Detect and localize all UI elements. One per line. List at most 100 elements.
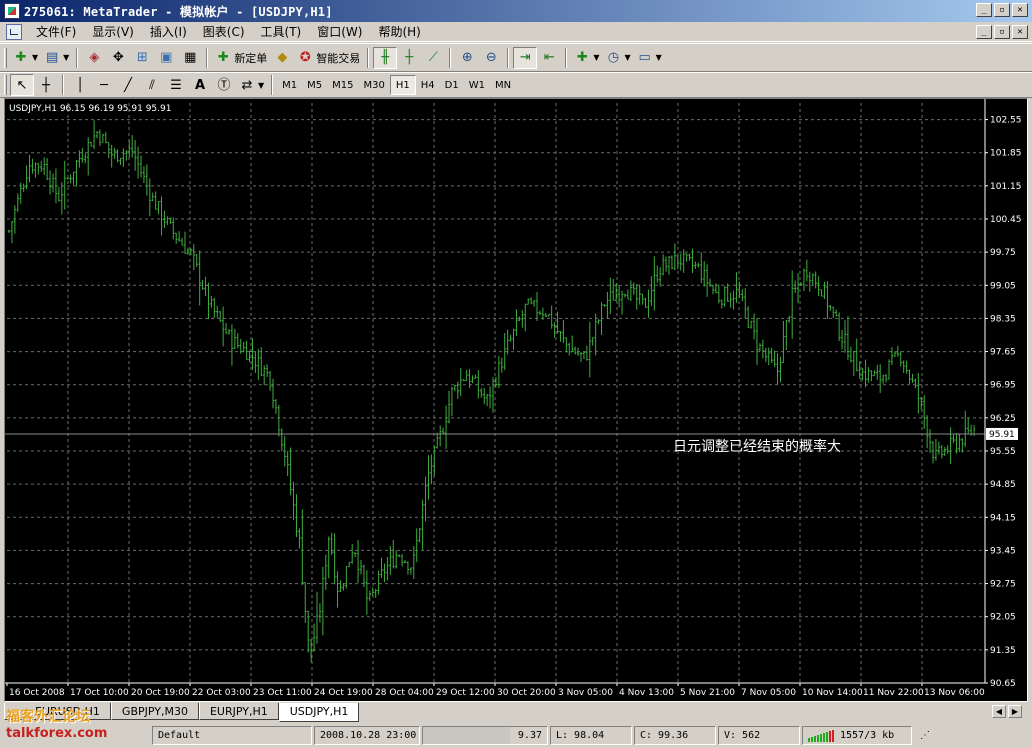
ohlc-bar [729,292,732,308]
ohlc-bar [509,334,512,342]
fibonacci-icon: ☰ [170,77,182,93]
window-controls: _ ▫ ✕ [976,3,1028,17]
restore-button[interactable]: ▫ [994,3,1010,17]
ohlc-bar [887,359,891,380]
status-low: L: 98.04 [550,726,632,745]
ohlc-bar [271,378,275,409]
ohlc-bar [612,278,615,301]
resize-grip-icon[interactable]: ⋰ [914,726,932,745]
ohlc-bar [69,174,72,184]
metaeditor-button[interactable]: ◆ [270,47,294,69]
ohlc-bar [811,273,814,285]
ohlc-bar [946,445,949,454]
ohlc-bar [465,369,468,381]
vertical-line-button[interactable]: │ [68,74,92,96]
fibonacci-button[interactable]: ☰ [164,74,188,96]
new-chart-icon: ✚ [15,50,27,65]
tab-eurusd-h1[interactable]: EURUSD,H1 [4,703,111,720]
ohlc-bar [145,164,149,196]
ohlc-bar [735,272,738,303]
child-minimize-button[interactable]: _ [976,25,992,39]
market-watch-button[interactable]: ◈ [82,47,106,69]
zoom-out-button[interactable]: ⊖ [479,47,503,69]
minimize-button[interactable]: _ [976,3,992,17]
candlestick-button[interactable]: ┼ [397,47,421,69]
ohlc-bar [609,277,612,314]
ohlc-bar [711,284,715,295]
bar-chart-button[interactable]: ╫ [373,46,398,69]
profiles-button[interactable]: ▤ ▼ [41,47,72,69]
child-close-button[interactable]: ✕ [1012,25,1028,39]
close-button[interactable]: ✕ [1012,3,1028,17]
menu-charts[interactable]: 图表(C) [195,23,253,41]
scroll-left-icon[interactable]: ◀ [992,705,1006,718]
ohlc-bar [57,186,61,202]
timeframe-h1[interactable]: H1 [389,75,416,95]
timeframe-m15[interactable]: M15 [327,75,358,95]
text-button[interactable]: A [188,74,212,96]
tester-button[interactable]: ▦ [178,47,202,69]
navigator-button[interactable]: ✥ [106,47,130,69]
terminal-button[interactable]: ▣ [154,47,178,69]
ohlc-bar [98,129,102,147]
arrows-button[interactable]: ⇄ ▼ [236,74,267,96]
ohlc-bar [471,375,474,384]
toolbar-grip[interactable] [4,47,7,68]
child-restore-button[interactable]: ▫ [994,25,1010,39]
menu-tools[interactable]: 工具(T) [253,23,310,41]
trendline-button[interactable]: ╱ [116,74,140,96]
ohlc-bar [867,367,870,383]
chart-window-icon[interactable] [6,23,22,40]
chart-window[interactable]: 102.55 101.85 101.15 100.45 99.75 99.05 98.35 9… [4,98,1028,702]
text-label-button[interactable]: Ⓣ [212,74,236,96]
ohlc-bar [914,378,917,389]
new-order-button[interactable]: ✚ 新定单 [212,47,270,69]
ohlc-bar [7,229,11,234]
timeframe-mn[interactable]: MN [490,75,516,95]
ohlc-bar [547,313,550,317]
menu-help[interactable]: 帮助(H) [370,23,428,41]
ohlc-bar [934,438,938,461]
data-window-button[interactable]: ⊞ [130,47,154,69]
menu-file[interactable]: 文件(F) [28,23,84,41]
ohlc-bar [579,352,583,363]
timeframe-w1[interactable]: W1 [464,75,490,95]
menu-view[interactable]: 显示(V) [84,23,142,41]
ohlc-bar [703,261,706,287]
menu-insert[interactable]: 插入(I) [142,23,195,41]
toolbar-grip[interactable] [4,75,7,95]
ohlc-bar [773,350,776,367]
ohlc-bar [342,583,345,591]
timeframe-h4[interactable]: H4 [416,75,440,95]
ohlc-bar [568,342,571,356]
time-tick-label: 22 Oct 03:00 [192,688,251,698]
cursor-button[interactable]: ↖ [10,74,34,96]
indicators-button[interactable]: ✚ ▼ [571,47,602,69]
price-chart[interactable]: 102.55 101.85 101.15 100.45 99.75 99.05 98.35 9… [5,99,1027,701]
timeframe-m1[interactable]: M1 [277,75,302,95]
menu-window[interactable]: 窗口(W) [309,23,370,41]
zoom-in-button[interactable]: ⊕ [455,47,479,69]
chart-text-annotation[interactable]: 日元调整已经结束的概率大 [673,438,841,455]
line-chart-button[interactable]: ⟋ [421,47,445,69]
status-datetime: 2008.10.28 23:00 [314,726,420,745]
ohlc-bar [873,370,876,377]
templates-button[interactable]: ▭ ▼ [634,47,665,69]
scroll-right-icon[interactable]: ▶ [1008,705,1022,718]
crosshair-button[interactable]: ┼ [34,74,58,96]
tab-usdjpy-h1[interactable]: USDJPY,H1 [278,703,360,722]
new-chart-button[interactable]: ✚ ▼ [10,47,41,69]
ohlc-bar [720,299,723,309]
tab-eurjpy-h1[interactable]: EURJPY,H1 [198,703,279,720]
timeframe-m5[interactable]: M5 [302,75,327,95]
auto-scroll-button[interactable]: ⇥ [513,46,538,69]
chart-shift-button[interactable]: ⇤ [537,47,561,69]
timeframe-m30[interactable]: M30 [359,75,390,95]
equidistant-channel-button[interactable]: ⫽ [140,74,164,96]
ohlc-bar [427,455,430,500]
expert-advisors-button[interactable]: ✪ 智能交易 [294,47,363,69]
tab-gbpjpy-m30[interactable]: GBPJPY,M30 [110,703,199,720]
periods-button[interactable]: ◷ ▼ [602,47,633,69]
timeframe-d1[interactable]: D1 [440,75,464,95]
horizontal-line-button[interactable]: ─ [92,74,116,96]
